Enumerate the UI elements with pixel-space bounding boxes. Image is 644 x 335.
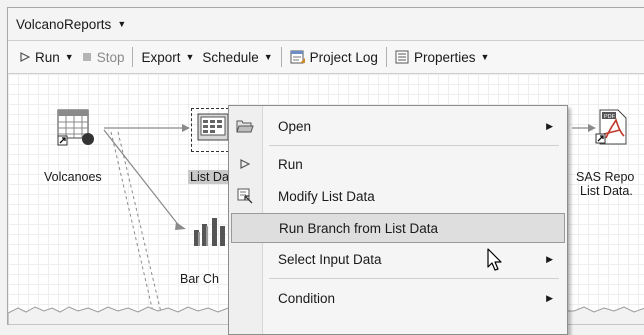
properties-button[interactable]: Properties ▼ bbox=[391, 45, 493, 69]
process-flow-toolbar: Run ▼ Stop Export ▼ Schedule ▼ Project L… bbox=[8, 41, 644, 74]
node-label-volcanoes[interactable]: Volcanoes bbox=[44, 170, 102, 184]
menu-item-open[interactable]: Open ▶ bbox=[229, 111, 567, 141]
node-label-list-data[interactable]: List Da bbox=[188, 170, 231, 184]
run-button[interactable]: Run ▼ bbox=[16, 45, 78, 69]
project-log-icon bbox=[290, 50, 305, 64]
menu-item-label: Open bbox=[278, 118, 312, 134]
node-label-sas-report-line2[interactable]: List Data. bbox=[580, 184, 633, 198]
stop-button-label: Stop bbox=[96, 49, 125, 65]
pdf-report-icon[interactable]: PDF bbox=[594, 108, 630, 146]
menu-item-label: Condition bbox=[278, 290, 336, 306]
menu-item-modify-list-data[interactable]: Modify List Data bbox=[229, 181, 567, 211]
chevron-down-icon[interactable]: ▼ bbox=[186, 52, 195, 62]
stop-icon bbox=[82, 53, 91, 61]
chevron-down-icon[interactable]: ▼ bbox=[117, 19, 126, 29]
play-icon bbox=[235, 155, 255, 173]
context-menu: Open ▶ Run Modify List Data Run Branch f… bbox=[228, 105, 568, 335]
chevron-down-icon[interactable]: ▼ bbox=[65, 52, 74, 62]
schedule-button-label: Schedule bbox=[202, 49, 259, 65]
modify-task-icon bbox=[235, 187, 255, 205]
toolbar-divider bbox=[132, 47, 134, 67]
play-icon bbox=[20, 52, 30, 62]
window-title[interactable]: VolcanoReports bbox=[16, 17, 111, 32]
node-label-bar-chart[interactable]: Bar Ch bbox=[180, 272, 219, 286]
menu-item-label: Run bbox=[278, 156, 303, 172]
chevron-down-icon[interactable]: ▼ bbox=[480, 52, 489, 62]
menu-item-label: Run Branch from List Data bbox=[279, 220, 439, 236]
submenu-arrow-icon: ▶ bbox=[546, 292, 553, 303]
properties-icon bbox=[395, 50, 409, 64]
list-data-icon[interactable] bbox=[196, 112, 232, 146]
menu-item-label: Modify List Data bbox=[278, 188, 375, 204]
svg-text:PDF: PDF bbox=[604, 114, 616, 120]
mouse-cursor-icon bbox=[487, 248, 502, 271]
stop-button[interactable]: Stop bbox=[78, 45, 129, 69]
project-log-button-label: Project Log bbox=[309, 49, 378, 65]
menu-item-run-branch[interactable]: Run Branch from List Data bbox=[231, 213, 565, 243]
menu-separator bbox=[269, 145, 559, 146]
export-button-label: Export bbox=[141, 49, 181, 65]
export-button[interactable]: Export ▼ bbox=[137, 45, 198, 69]
properties-button-label: Properties bbox=[413, 49, 476, 65]
submenu-arrow-icon: ▶ bbox=[546, 253, 553, 264]
toolbar-divider bbox=[385, 47, 387, 67]
menu-separator bbox=[269, 278, 559, 279]
bar-chart-icon[interactable] bbox=[186, 214, 230, 248]
window-title-bar[interactable]: VolcanoReports ▼ bbox=[8, 8, 644, 41]
menu-item-run[interactable]: Run bbox=[229, 149, 567, 179]
menu-item-label: Select Input Data bbox=[278, 251, 382, 267]
toolbar-divider bbox=[280, 47, 282, 67]
node-label-sas-report[interactable]: SAS Repo bbox=[576, 170, 634, 184]
folder-open-icon bbox=[235, 117, 255, 135]
menu-item-condition[interactable]: Condition ▶ bbox=[229, 283, 567, 313]
run-button-label: Run bbox=[35, 49, 60, 65]
chevron-down-icon[interactable]: ▼ bbox=[264, 52, 273, 62]
project-log-button[interactable]: Project Log bbox=[286, 45, 382, 69]
data-table-icon[interactable] bbox=[56, 108, 96, 148]
schedule-button[interactable]: Schedule ▼ bbox=[198, 45, 276, 69]
menu-item-select-input-data[interactable]: Select Input Data ▶ bbox=[229, 244, 567, 274]
submenu-arrow-icon: ▶ bbox=[546, 120, 553, 131]
